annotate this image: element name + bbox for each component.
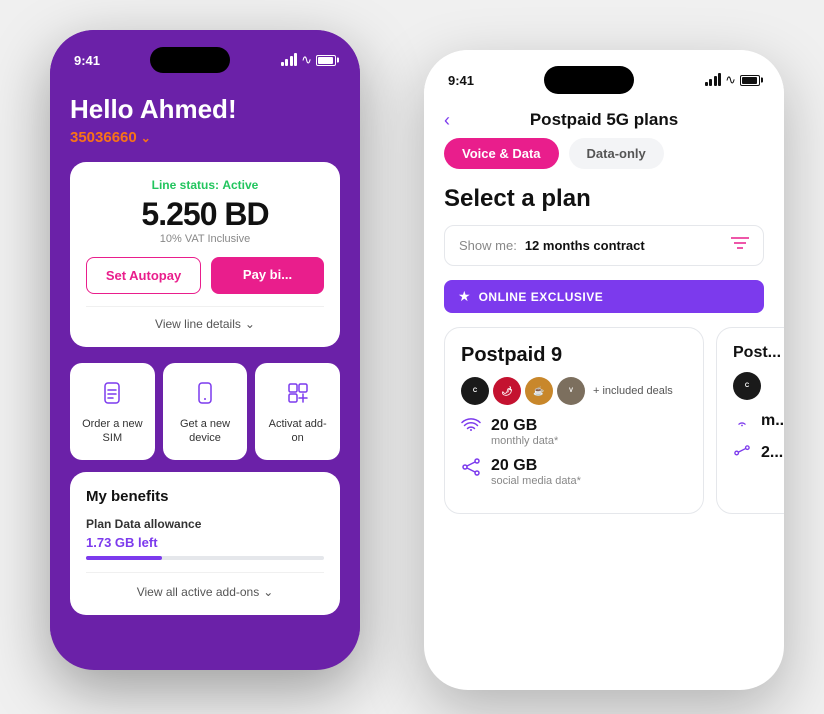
balance-card: Line status: Active 5.250 BD 10% VAT Inc… [70,162,340,347]
phone1-battery-icon [316,55,336,66]
phone2: 9:41 ∿ ‹ Postpaid 5G plans Voi [424,50,784,690]
device-icon [189,377,221,409]
phone2-wifi-icon: ∿ [725,72,736,88]
star-icon: ★ [458,288,471,305]
phone2-status-bar: 9:41 ∿ [424,50,784,98]
phone1: 9:41 ∿ Hello Ahmed! 35036660 ⌄ [50,30,360,670]
plan-name: Postpaid 9 [461,344,687,367]
sim-icon [96,377,128,409]
share-icon [461,458,481,481]
plan-card-postpaid9[interactable]: Postpaid 9 C 🌶 ☕ V [444,327,704,514]
tab-voice-data[interactable]: Voice & Data [444,138,559,169]
cinepolis-logo: C [461,377,489,405]
phone2-status-icons: ∿ [705,72,760,88]
partial-deals-row: C [733,372,784,400]
online-exclusive-text: ONLINE EXCLUSIVE [479,290,604,304]
paybill-button[interactable]: Pay bi... [211,257,324,294]
plan-tabs: Voice & Data Data-only [424,138,784,169]
plans-list: Postpaid 9 C 🌶 ☕ V [424,327,784,514]
order-sim-action[interactable]: Order a new SIM [70,363,155,460]
partial-wifi-icon [733,413,751,434]
scene: 9:41 ∿ Hello Ahmed! 35036660 ⌄ [0,0,824,714]
activate-addon-action[interactable]: Activat add-on [255,363,340,460]
phone2-battery-icon [740,75,760,86]
phone1-notch [150,47,230,73]
phone1-time: 9:41 [74,53,100,68]
show-me-filter[interactable]: Show me: 12 months contract [444,225,764,266]
activate-addon-label: Activat add-on [263,417,332,446]
deals-row: C 🌶 ☕ V + included deals [461,377,687,405]
plan-card-partial: Post... C m... [716,327,784,514]
filter-icon [731,236,749,255]
progress-bar [86,556,324,560]
vat-text: 10% VAT Inclusive [86,233,324,245]
view-addons-link[interactable]: View all active add-ons ⌄ [86,572,324,599]
included-deals-text: + included deals [593,385,673,397]
phone1-status-bar: 9:41 ∿ [50,30,360,78]
social-media-info: 20 GB social media data* [491,457,581,487]
phone1-header-content: Hello Ahmed! 35036660 ⌄ Line status: Act… [50,78,360,635]
monthly-data-feature: 20 GB monthly data* [461,417,687,447]
quick-actions: Order a new SIM Get a new device [70,363,340,460]
phone1-wifi-icon: ∿ [301,52,312,68]
wifi-icon [461,418,481,439]
show-me-value: 12 months contract [525,238,723,253]
phone2-notch [544,66,634,94]
partial-plan-name: Post... [733,344,784,362]
progress-bar-fill [86,556,162,560]
show-me-label: Show me: [459,238,517,253]
phone1-status-icons: ∿ [281,52,336,68]
phone2-header: ‹ Postpaid 5G plans [424,98,784,138]
chevron-down-icon: ⌄ [141,131,151,145]
partial-monthly-feature: m... [733,412,784,434]
get-device-label: Get a new device [171,417,240,446]
chilis-logo: 🌶 [493,377,521,405]
social-media-feature: 20 GB social media data* [461,457,687,487]
view-line-details-link[interactable]: View line details ⌄ [86,306,324,331]
tab-data-only[interactable]: Data-only [569,138,664,169]
partial-cinepolis-logo: C [733,372,761,400]
vapiano-logo: V [557,377,585,405]
chevron-down-icon: ⌄ [263,585,273,599]
phone1-signal-icon [281,54,298,66]
phone2-time: 9:41 [448,73,474,88]
partial-social-feature: 2... [733,444,784,466]
phone2-signal-icon [705,74,722,86]
my-benefits-card: My benefits Plan Data allowance 1.73 GB … [70,472,340,615]
get-device-action[interactable]: Get a new device [163,363,248,460]
my-benefits-title: My benefits [86,488,324,505]
plan-data-label: Plan Data allowance [86,517,324,531]
greeting: Hello Ahmed! [70,94,340,125]
addon-icon [282,377,314,409]
autopay-button[interactable]: Set Autopay [86,257,201,294]
plan-data-left: 1.73 GB left [86,535,324,550]
monthly-data-info: 20 GB monthly data* [491,417,558,447]
chevron-down-icon: ⌄ [245,317,255,331]
order-sim-label: Order a new SIM [78,417,147,446]
partial-share-icon [733,445,751,466]
action-buttons: Set Autopay Pay bi... [86,257,324,294]
coffee-logo: ☕ [525,377,553,405]
online-exclusive-badge: ★ ONLINE EXCLUSIVE [444,280,764,313]
back-button[interactable]: ‹ [444,110,450,131]
select-plan-title: Select a plan [424,185,784,225]
page-title: Postpaid 5G plans [530,110,678,130]
line-status: Line status: Active [86,178,324,192]
balance-amount: 5.250 BD [86,196,324,233]
phone-number: 35036660 ⌄ [70,129,340,146]
